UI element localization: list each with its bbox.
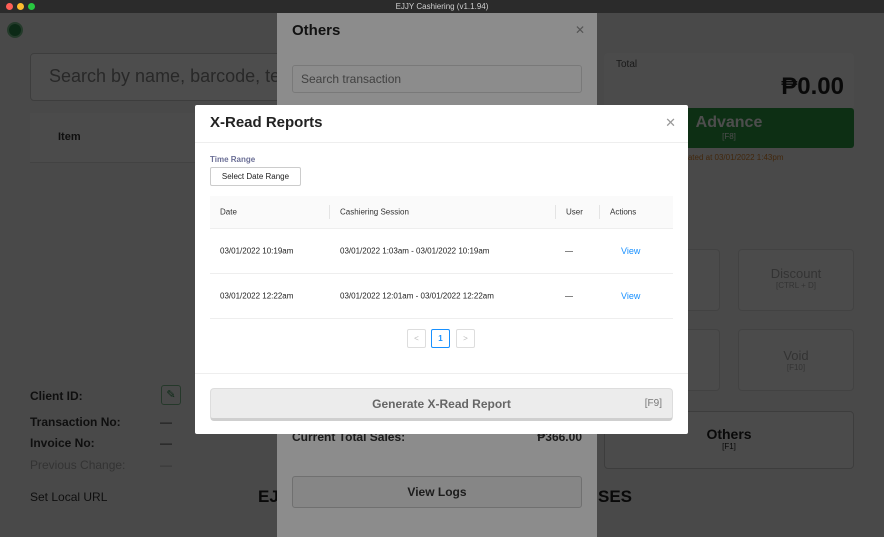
row-user: — — [565, 291, 573, 301]
table-header: Date Cashiering Session User Actions — [210, 196, 673, 229]
user-column-header: User — [566, 207, 583, 217]
row-date: 03/01/2022 12:22am — [220, 291, 294, 301]
column-separator — [599, 205, 600, 219]
table-row: 03/01/2022 10:19am 03/01/2022 1:03am - 0… — [210, 229, 673, 274]
close-icon[interactable]: ✕ — [665, 115, 676, 131]
next-page-button[interactable]: > — [456, 329, 475, 348]
generate-xread-label: Generate X-Read Report — [372, 397, 511, 411]
xread-table: Date Cashiering Session User Actions 03/… — [210, 196, 673, 319]
select-date-range-button[interactable]: Select Date Range — [210, 167, 301, 186]
generate-xread-button[interactable]: Generate X-Read Report [F9] — [210, 388, 673, 421]
row-user: — — [565, 246, 573, 256]
zoom-window-button[interactable] — [28, 3, 35, 10]
divider — [195, 142, 688, 143]
generate-xread-shortcut: [F9] — [644, 398, 662, 409]
window-titlebar: EJJY Cashiering (v1.1.94) — [0, 0, 884, 13]
xread-reports-modal: X-Read Reports ✕ Time Range Select Date … — [195, 105, 688, 434]
session-column-header: Cashiering Session — [340, 207, 409, 217]
divider — [195, 373, 688, 374]
modal-title: X-Read Reports — [210, 114, 323, 131]
time-range-label: Time Range — [210, 155, 256, 164]
view-report-link[interactable]: View — [621, 291, 640, 301]
row-date: 03/01/2022 10:19am — [220, 246, 294, 256]
column-separator — [555, 205, 556, 219]
table-row: 03/01/2022 12:22am 03/01/2022 12:01am - … — [210, 274, 673, 319]
row-session: 03/01/2022 1:03am - 03/01/2022 10:19am — [340, 246, 490, 256]
column-separator — [329, 205, 330, 219]
date-column-header: Date — [220, 207, 237, 217]
minimize-window-button[interactable] — [17, 3, 24, 10]
actions-column-header: Actions — [610, 207, 637, 217]
page-1-button[interactable]: 1 — [431, 329, 450, 348]
prev-page-button[interactable]: < — [407, 329, 426, 348]
row-session: 03/01/2022 12:01am - 03/01/2022 12:22am — [340, 291, 494, 301]
window-title: EJJY Cashiering (v1.1.94) — [395, 2, 489, 11]
view-report-link[interactable]: View — [621, 246, 640, 256]
close-window-button[interactable] — [6, 3, 13, 10]
